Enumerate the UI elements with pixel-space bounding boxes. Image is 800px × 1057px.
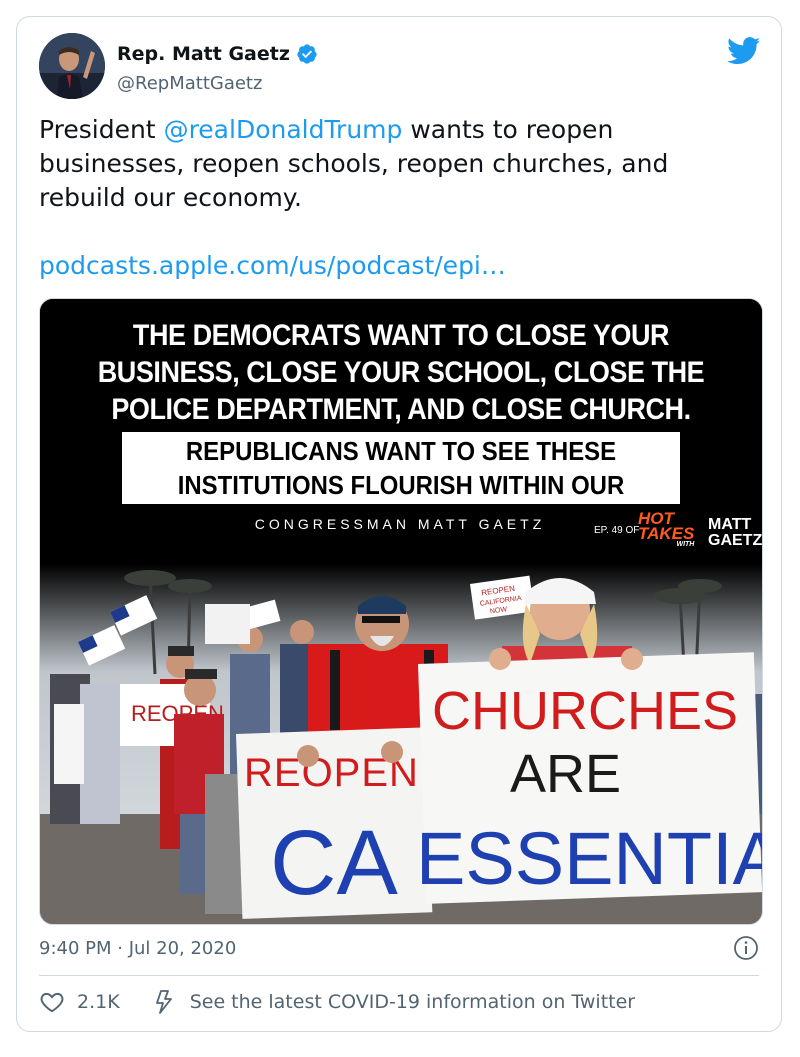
episode-label: EP. 49 OF (594, 525, 640, 536)
tweet-card: Rep. Matt Gaetz @RepMattGaetz President … (16, 16, 782, 1032)
brand-word: MATT (708, 516, 752, 533)
lightning-bolt-icon (155, 990, 172, 1014)
hot-takes-word: TAKES (638, 524, 695, 543)
avatar[interactable] (39, 33, 105, 99)
mention-link[interactable]: @realDonaldTrump (164, 115, 403, 144)
hot-takes-logo: HOT TAKES WITH (638, 510, 695, 549)
tweet-text: President @realDonaldTrump wants to reop… (39, 113, 759, 215)
protest-photo: REOPEN CALIFORNIA NOW REOPEN REOPEN CA C… (40, 564, 762, 924)
like-count[interactable]: 2.1K (77, 991, 120, 1013)
tweet-actions: 2.1K See the latest COVID-19 information… (39, 989, 635, 1015)
quote-graphic: THE DEMOCRATS WANT TO CLOSE YOUR BUSINES… (40, 299, 762, 564)
tweet-text-prefix: President (39, 115, 164, 144)
divider (39, 975, 759, 976)
brand-word: GAETZ (708, 532, 763, 549)
quote-line: BUSINESS, CLOSE YOUR SCHOOL, CLOSE THE (97, 356, 705, 389)
are-sign-text: ARE (510, 744, 621, 804)
info-icon[interactable] (733, 935, 759, 961)
podcast-link[interactable]: podcasts.apple.com/us/podcast/epi… (39, 251, 506, 280)
quote-headline: THE DEMOCRATS WANT TO CLOSE YOUR BUSINES… (76, 317, 726, 428)
timestamp[interactable]: 9:40 PM · Jul 20, 2020 (39, 938, 236, 959)
heart-icon[interactable] (39, 989, 65, 1015)
quote-sub-line: REPUBLICANS WANT TO SEE THESE (185, 436, 617, 466)
covid-info-link[interactable]: See the latest COVID-19 information on T… (190, 991, 635, 1013)
churches-sign-text: CHURCHES (432, 681, 738, 741)
essential-sign-text: ESSENTIAL (416, 817, 762, 900)
verified-badge-icon (297, 44, 317, 64)
ca-sign-text: CA (270, 812, 398, 914)
quote-line: THE DEMOCRATS WANT TO CLOSE YOUR (132, 319, 670, 352)
quote-line: POLICE DEPARTMENT, AND CLOSE CHURCH. (111, 393, 691, 426)
quote-attribution: CONGRESSMAN MATT GAETZ (254, 516, 546, 532)
tweet-media-image[interactable]: THE DEMOCRATS WANT TO CLOSE YOUR BUSINES… (39, 298, 763, 925)
display-name[interactable]: Rep. Matt Gaetz (117, 43, 290, 65)
twitter-bird-icon[interactable] (727, 37, 761, 65)
handle[interactable]: @RepMattGaetz (117, 73, 262, 94)
brand-name: MATT GAETZ (708, 517, 762, 549)
